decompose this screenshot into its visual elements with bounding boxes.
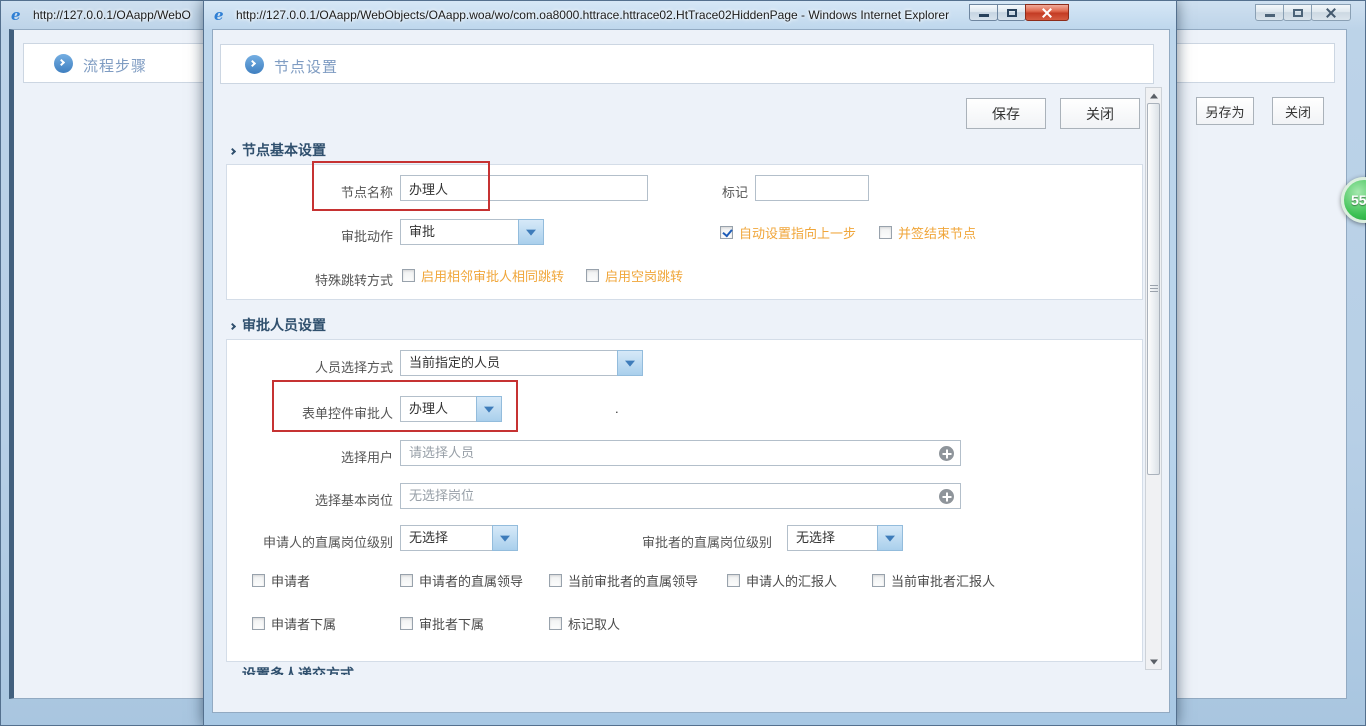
scroll-up-icon[interactable]: [1146, 88, 1161, 103]
checkbox-icon[interactable]: [402, 269, 415, 282]
applicant-reporter-checkbox[interactable]: 申请人的汇报人: [727, 572, 837, 588]
select-post-label: 选择基本岗位: [213, 490, 393, 509]
mode-combo[interactable]: 当前指定的人员: [400, 350, 643, 376]
select-user-field[interactable]: 请选择人员: [400, 440, 961, 466]
ie-favicon: [214, 6, 232, 24]
applicant-level-label: 申请人的直属岗位级别: [213, 532, 393, 551]
mark-input[interactable]: [755, 175, 869, 201]
maximize-icon[interactable]: [1283, 4, 1312, 21]
mode-label: 人员选择方式: [213, 357, 393, 376]
adjacent-same-jump-checkbox[interactable]: 启用相邻审批人相同跳转: [402, 267, 564, 283]
action-label: 审批动作: [213, 226, 393, 245]
checkbox-icon[interactable]: [400, 617, 413, 630]
scroll-down-icon[interactable]: [1146, 654, 1161, 669]
checkbox-icon[interactable]: [549, 574, 562, 587]
select-post-field[interactable]: 无选择岗位: [400, 483, 961, 509]
dialog-panel-title: 节点设置: [274, 56, 338, 77]
checkbox-icon[interactable]: [879, 226, 892, 239]
maximize-icon[interactable]: [997, 4, 1026, 21]
minimize-icon[interactable]: [1255, 4, 1284, 21]
highlight-box-node-name: [312, 161, 490, 211]
section-personnel-title: 审批人员设置: [230, 315, 326, 335]
highlight-box-form-ctrl: [272, 380, 518, 432]
checkbox-icon[interactable]: [252, 574, 265, 587]
checkbox-icon[interactable]: [252, 617, 265, 630]
special-jump-label: 特殊跳转方式: [213, 270, 393, 289]
action-value: 审批: [400, 219, 518, 245]
applicant-subordinate-checkbox[interactable]: 申请者下属: [252, 615, 336, 631]
dialog-window-controls: [970, 4, 1069, 21]
dialog-content: 节点设置 保存 关闭 节点基本设置 节点名称 标记 审批动作 审批 自动设置指向: [212, 29, 1170, 713]
checkbox-icon[interactable]: [586, 269, 599, 282]
mark-pick-checkbox[interactable]: 标记取人: [549, 615, 620, 631]
mode-value: 当前指定的人员: [400, 350, 617, 376]
current-approver-direct-leader-checkbox[interactable]: 当前审批者的直属领导: [549, 572, 698, 588]
dialog-window: http://127.0.0.1/OAapp/WebObjects/OAapp.…: [203, 0, 1177, 726]
select-user-label: 选择用户: [213, 447, 393, 466]
chevron-down-icon[interactable]: [617, 350, 643, 376]
chevron-down-icon[interactable]: [518, 219, 544, 245]
approver-level-label: 审批者的直属岗位级别: [637, 532, 772, 551]
dialog-close-button[interactable]: 关闭: [1060, 98, 1140, 129]
applicant-direct-leader-checkbox[interactable]: 申请者的直属领导: [400, 572, 523, 588]
chevron-down-icon[interactable]: [877, 525, 903, 551]
current-approver-reporter-checkbox[interactable]: 当前审批者汇报人: [872, 572, 995, 588]
checkbox-icon[interactable]: [872, 574, 885, 587]
save-button[interactable]: 保存: [966, 98, 1046, 129]
background-close-button[interactable]: 关闭: [1272, 97, 1324, 125]
chevron-circle-icon: [54, 54, 73, 73]
mark-label: 标记: [668, 182, 748, 201]
chevron-circle-icon: [245, 55, 264, 74]
stray-mark: .: [615, 401, 618, 404]
auto-point-prev-checkbox[interactable]: 自动设置指向上一步: [720, 224, 856, 240]
add-icon[interactable]: [939, 446, 954, 461]
background-window-controls: [1256, 4, 1351, 21]
dialog-panel-header: 节点设置: [220, 44, 1154, 84]
background-panel-title: 流程步骤: [83, 55, 147, 76]
background-window-title: http://127.0.0.1/OAapp/WebO: [33, 8, 199, 22]
screen: http://127.0.0.1/OAapp/WebO 流程步骤 另存为 关闭 …: [0, 0, 1366, 726]
scrollbar-grip-icon: [1150, 285, 1158, 293]
add-icon[interactable]: [939, 489, 954, 504]
checkbox-icon[interactable]: [400, 574, 413, 587]
dialog-scrollbar[interactable]: [1145, 87, 1162, 670]
dialog-window-title: http://127.0.0.1/OAapp/WebObjects/OAapp.…: [236, 8, 949, 22]
applicant-level-value: 无选择: [400, 525, 492, 551]
applicant-level-combo[interactable]: 无选择: [400, 525, 518, 551]
ie-favicon: [11, 6, 29, 24]
scrollbar-thumb[interactable]: [1147, 103, 1160, 475]
approver-level-combo[interactable]: 无选择: [787, 525, 903, 551]
chevron-right-icon: [229, 148, 236, 155]
chevron-right-icon: [229, 323, 236, 330]
section-basic-title: 节点基本设置: [230, 140, 326, 160]
checkbox-checked-icon[interactable]: [720, 226, 733, 239]
action-combo[interactable]: 审批: [400, 219, 544, 245]
save-as-button[interactable]: 另存为: [1196, 97, 1254, 125]
close-icon[interactable]: [1025, 4, 1069, 21]
badge-count: 55: [1351, 192, 1366, 208]
approver-subordinate-checkbox[interactable]: 审批者下属: [400, 615, 484, 631]
chevron-down-icon[interactable]: [492, 525, 518, 551]
dialog-titlebar[interactable]: http://127.0.0.1/OAapp/WebObjects/OAapp.…: [204, 1, 1176, 29]
approver-level-value: 无选择: [787, 525, 877, 551]
applicant-checkbox[interactable]: 申请者: [252, 572, 310, 588]
vacancy-jump-checkbox[interactable]: 启用空岗跳转: [586, 267, 683, 283]
close-icon[interactable]: [1311, 4, 1351, 21]
checkbox-icon[interactable]: [727, 574, 740, 587]
next-section-title-clipped: 设置多人递交方式: [242, 664, 462, 675]
minimize-icon[interactable]: [969, 4, 998, 21]
joint-sign-end-checkbox[interactable]: 并签结束节点: [879, 224, 976, 240]
checkbox-icon[interactable]: [549, 617, 562, 630]
